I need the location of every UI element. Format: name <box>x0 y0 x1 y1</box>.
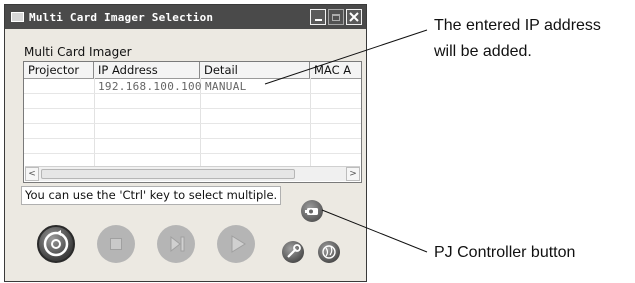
pj-controller-button[interactable] <box>301 200 323 222</box>
scroll-thumb[interactable] <box>41 169 295 179</box>
settings-icon <box>287 244 301 258</box>
play-icon <box>231 235 246 253</box>
refresh-icon <box>43 230 69 257</box>
app-icon <box>11 12 24 22</box>
cell-ip-address: 192.168.100.100 <box>98 80 202 93</box>
column-projector[interactable]: Projector <box>24 62 94 78</box>
globe-icon <box>322 245 336 259</box>
imager-list[interactable]: Projector IP Address Detail MAC A 192.16… <box>23 61 362 183</box>
list-header: Projector IP Address Detail MAC A <box>24 62 361 79</box>
window-title: Multi Card Imager Selection <box>29 10 214 24</box>
settings-button[interactable] <box>282 241 304 263</box>
horizontal-scrollbar[interactable]: < > <box>25 166 360 181</box>
table-row[interactable]: 192.168.100.100 MANUAL <box>24 79 361 94</box>
annotation-ip-line2: will be added. <box>434 43 532 60</box>
scroll-left-button[interactable]: < <box>25 167 39 181</box>
cell-detail: MANUAL <box>205 80 247 93</box>
stop-button[interactable] <box>97 225 135 263</box>
table-row <box>24 109 361 124</box>
scroll-right-button[interactable]: > <box>346 167 360 181</box>
table-row <box>24 94 361 109</box>
title-bar: Multi Card Imager Selection <box>5 5 366 29</box>
column-mac-address[interactable]: MAC A <box>310 62 361 78</box>
stop-icon <box>110 238 122 250</box>
close-icon[interactable] <box>346 9 362 25</box>
column-detail[interactable]: Detail <box>200 62 310 78</box>
pj-controller-icon <box>305 208 318 215</box>
multi-card-imager-window: Multi Card Imager Selection Multi Card I… <box>4 4 367 282</box>
annotation-pj-controller: PJ Controller button <box>434 244 576 261</box>
play-button[interactable] <box>217 225 255 263</box>
globe-button[interactable] <box>318 241 340 263</box>
table-row <box>24 139 361 154</box>
table-row <box>24 124 361 139</box>
skip-icon <box>170 235 185 253</box>
hint-text: You can use the 'Ctrl' key to select mul… <box>21 186 281 205</box>
refresh-button[interactable] <box>37 225 75 263</box>
annotation-ip-line1: The entered IP address <box>434 17 601 34</box>
minimize-icon[interactable] <box>310 9 326 25</box>
column-ip-address[interactable]: IP Address <box>94 62 200 78</box>
skip-button[interactable] <box>157 225 195 263</box>
maximize-icon <box>328 9 344 25</box>
group-label: Multi Card Imager <box>24 45 132 59</box>
